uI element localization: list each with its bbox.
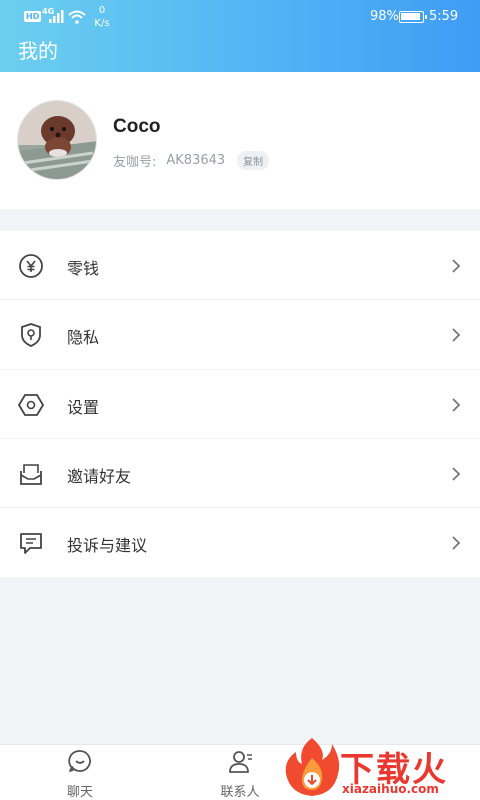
menu-item-label: 邀请好友 bbox=[67, 466, 132, 486]
hexagon-settings-icon bbox=[18, 393, 44, 416]
avatar[interactable] bbox=[17, 100, 97, 180]
hd-badge: HD bbox=[24, 11, 42, 22]
chat-bubble-icon bbox=[20, 533, 42, 555]
profile-card[interactable]: Coco 友咖号: AK83643 复制 bbox=[0, 72, 480, 209]
menu-item-label: 投诉与建议 bbox=[67, 536, 148, 556]
menu-item-label: 设置 bbox=[67, 397, 100, 417]
tab-contacts[interactable]: 联系人 bbox=[200, 745, 280, 800]
watermark-url: xiazaihuo.com bbox=[342, 782, 439, 796]
header: HD 4G 0 K/s 98% 5:59 我的 bbox=[0, 0, 480, 72]
chevron-right-icon bbox=[452, 259, 461, 273]
menu-item-feedback[interactable]: 投诉与建议 bbox=[0, 508, 480, 577]
menu-item-label: 隐私 bbox=[67, 328, 100, 348]
nickname: Coco bbox=[113, 116, 161, 137]
flame-logo-icon bbox=[285, 738, 340, 796]
user-id-line: 友咖号: AK83643 复制 bbox=[113, 151, 270, 170]
status-bar: HD 4G 0 K/s 98% 5:59 bbox=[0, 0, 480, 34]
shield-icon bbox=[21, 323, 41, 348]
tab-chat[interactable]: 聊天 bbox=[40, 745, 120, 800]
chevron-right-icon bbox=[452, 328, 461, 342]
page-title: 我的 bbox=[18, 39, 58, 63]
chevron-right-icon bbox=[452, 467, 461, 481]
speed-unit: K/s bbox=[94, 18, 110, 29]
id-label: 友咖号: bbox=[113, 155, 157, 170]
yuan-coin-icon bbox=[19, 254, 43, 278]
chat-icon bbox=[68, 750, 91, 772]
tab-label: 联系人 bbox=[220, 785, 260, 800]
menu-item-label: 零钱 bbox=[67, 259, 100, 278]
signal-icon bbox=[49, 10, 64, 23]
speed-value: 0 bbox=[98, 5, 106, 16]
contacts-icon bbox=[229, 751, 252, 773]
battery-percent: 98% bbox=[370, 9, 399, 24]
menu-item-invite[interactable]: 邀请好友 bbox=[0, 439, 480, 509]
copy-id-button[interactable]: 复制 bbox=[237, 151, 270, 170]
battery-icon bbox=[399, 11, 427, 23]
tab-label: 聊天 bbox=[66, 785, 93, 800]
chevron-right-icon bbox=[452, 536, 461, 550]
network-speed: 0 K/s bbox=[92, 4, 112, 30]
watermark: 下载火 xiazaihuo.com bbox=[280, 736, 480, 800]
settings-menu: 零钱 隐私 设置 邀请好友 投诉与建议 bbox=[0, 231, 480, 577]
user-id: AK83643 bbox=[166, 153, 226, 168]
clock: 5:59 bbox=[429, 9, 459, 24]
menu-item-settings[interactable]: 设置 bbox=[0, 370, 480, 439]
wifi-icon bbox=[68, 10, 86, 24]
envelope-icon bbox=[20, 464, 42, 485]
menu-item-wallet[interactable]: 零钱 bbox=[0, 231, 480, 301]
avatar-image bbox=[18, 101, 96, 179]
chevron-right-icon bbox=[452, 397, 461, 412]
menu-item-privacy[interactable]: 隐私 bbox=[0, 300, 480, 370]
